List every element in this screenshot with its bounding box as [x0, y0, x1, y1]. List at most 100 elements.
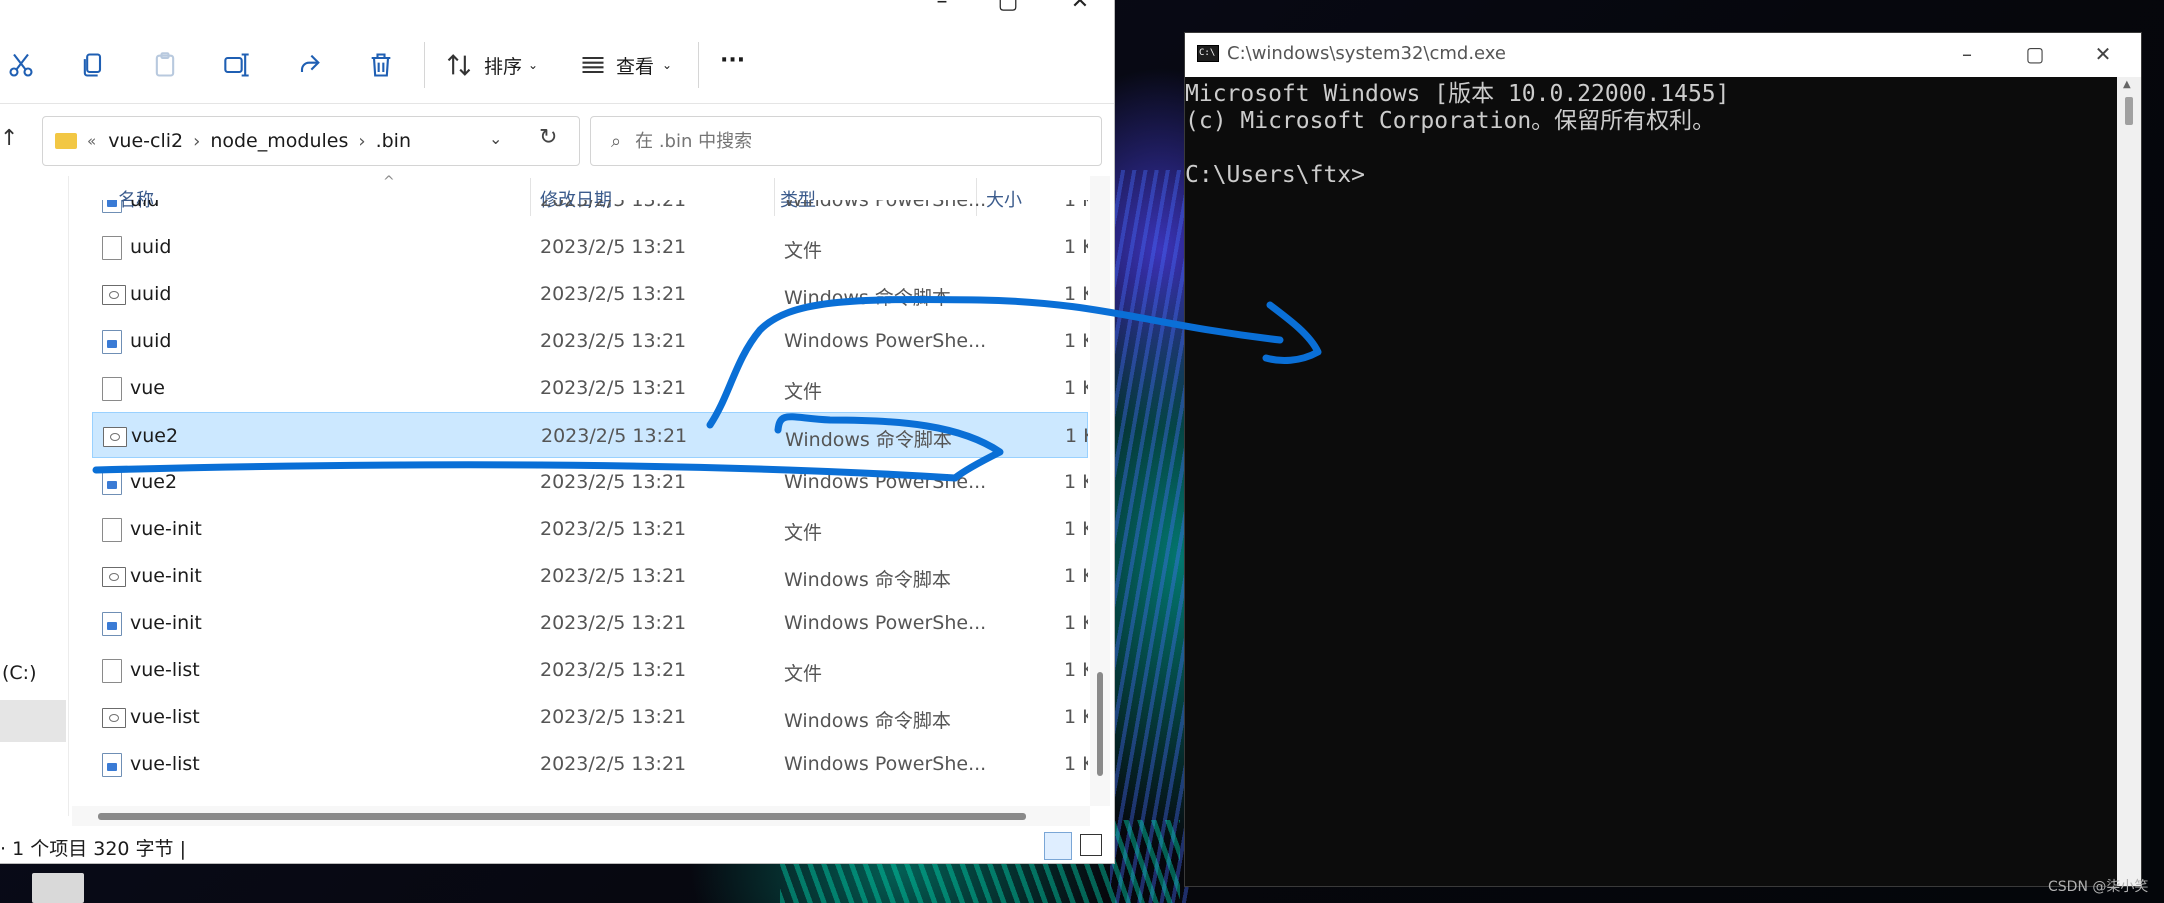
file-type: Windows PowerShe... — [784, 612, 987, 634]
view-icon[interactable] — [576, 48, 610, 82]
file-size: 1 K — [1064, 377, 1088, 399]
sort-icon[interactable] — [442, 48, 476, 82]
file-type: Windows 命令脚本 — [784, 287, 951, 309]
cmd-maximize-button[interactable]: ▢ — [2005, 39, 2065, 69]
file-date: 2023/2/5 13:21 — [540, 330, 687, 352]
file-name: vue2 — [131, 425, 179, 447]
file-icon — [102, 659, 122, 683]
delete-icon[interactable] — [364, 48, 398, 82]
up-arrow-icon[interactable]: ↑ — [0, 126, 18, 151]
table-row[interactable]: uuid 2023/2/5 13:21 Windows 命令脚本 1 K — [92, 271, 1088, 317]
file-size: 1 K — [1064, 565, 1088, 587]
breadcrumb-overflow[interactable]: « — [87, 132, 96, 150]
breadcrumb-bin[interactable]: .bin — [376, 130, 411, 152]
file-icon — [102, 236, 122, 260]
file-name: uuid — [130, 283, 172, 305]
file-type: Windows PowerShe... — [784, 200, 987, 211]
table-row[interactable]: vue-list 2023/2/5 13:21 Windows 命令脚本 1 K — [92, 694, 1088, 740]
folder-icon — [55, 133, 77, 149]
toolbar-separator — [424, 42, 425, 88]
file-name: uid — [130, 200, 160, 211]
table-row[interactable]: vue-init 2023/2/5 13:21 文件 1 K — [92, 506, 1088, 552]
file-size: 1 K — [1064, 706, 1088, 728]
vertical-scroll-thumb[interactable] — [1097, 672, 1103, 776]
maximize-button[interactable]: ▢ — [996, 0, 1020, 14]
file-date: 2023/2/5 13:21 — [540, 753, 687, 775]
file-name: vue-list — [130, 659, 200, 681]
file-name: vue-init — [130, 518, 202, 540]
cmd-minimize-button[interactable]: – — [1937, 39, 1997, 69]
table-row[interactable]: vue-list 2023/2/5 13:21 文件 1 K — [92, 647, 1088, 693]
file-type: Windows 命令脚本 — [784, 710, 951, 732]
tiles-view-button[interactable] — [1080, 834, 1102, 856]
search-input[interactable] — [635, 130, 1056, 152]
nav-drive-c[interactable]: (C:) — [2, 662, 37, 684]
table-row[interactable]: vue2 2023/2/5 13:21 Windows PowerShe... 1 K — [92, 459, 1088, 505]
breadcrumb-node-modules[interactable]: node_modules — [210, 130, 348, 152]
cmd-close-button[interactable]: ✕ — [2073, 39, 2133, 69]
file-size: 1 K — [1064, 283, 1088, 305]
file-name: vue-list — [130, 706, 200, 728]
file-size: 1 K — [1064, 471, 1088, 493]
breadcrumb-separator: › — [193, 130, 201, 152]
cmd-scroll-thumb[interactable] — [2125, 97, 2133, 125]
table-row[interactable]: vue-init 2023/2/5 13:21 Windows 命令脚本 1 K — [92, 553, 1088, 599]
file-size: 1 K — [1064, 330, 1088, 352]
file-type: 文件 — [784, 663, 823, 685]
nav-divider — [68, 176, 69, 816]
cmd-file-icon — [102, 285, 126, 305]
nav-selected-item[interactable] — [0, 700, 66, 742]
file-date: 2023/2/5 13:21 — [540, 565, 687, 587]
desktop-file-icon[interactable] — [32, 873, 84, 903]
address-dropdown-icon[interactable]: ⌄ — [489, 129, 502, 148]
file-type: 文件 — [784, 522, 823, 544]
file-icon — [102, 518, 122, 542]
file-list: uid2023/2/5 13:21Windows PowerShe...1 Ku… — [92, 200, 1088, 806]
file-size: 1 K — [1064, 753, 1088, 775]
table-row[interactable]: vue 2023/2/5 13:21 文件 1 K — [92, 365, 1088, 411]
file-date: 2023/2/5 13:21 — [541, 425, 688, 447]
horizontal-scroll-thumb[interactable] — [98, 813, 1026, 820]
file-date: 2023/2/5 13:21 — [540, 236, 687, 258]
sort-button[interactable]: 排序 — [484, 52, 522, 79]
file-date: 2023/2/5 13:21 — [540, 471, 687, 493]
cmd-scrollbar[interactable] — [2117, 77, 2141, 886]
powershell-file-icon — [102, 753, 122, 777]
minimize-button[interactable]: – — [930, 0, 954, 14]
table-row[interactable]: vue-list 2023/2/5 13:21 Windows PowerShe..… — [92, 741, 1088, 787]
paste-icon[interactable] — [148, 48, 182, 82]
share-icon[interactable] — [292, 48, 326, 82]
file-explorer-window: – ▢ ✕ 排序 ⌄ 查看 ⌄ ··· ↑ « vue-cli2 › node_… — [0, 0, 1115, 864]
file-type: 文件 — [784, 381, 823, 403]
chevron-down-icon: ⌄ — [662, 58, 673, 72]
cmd-file-icon — [103, 427, 127, 447]
details-view-button[interactable] — [1044, 832, 1072, 860]
rename-icon[interactable] — [220, 48, 254, 82]
cmd-console-output[interactable]: Microsoft Windows [版本 10.0.22000.1455] (c… — [1185, 77, 2117, 886]
console-prompt: C:\Users\ftx> — [1185, 162, 1366, 188]
file-size: 1 K — [1064, 200, 1088, 211]
view-button[interactable]: 查看 — [616, 52, 654, 79]
toolbar-separator — [698, 42, 699, 88]
search-box[interactable]: ⌕ — [590, 116, 1102, 166]
table-row[interactable]: uid 2023/2/5 13:21 Windows PowerShe... 1 K — [92, 200, 1088, 223]
table-row-selected[interactable]: vue2 2023/2/5 13:21 Windows 命令脚本 1 K — [92, 412, 1088, 458]
table-row[interactable]: vue-init 2023/2/5 13:21 Windows PowerShe..… — [92, 600, 1088, 646]
address-bar[interactable]: « vue-cli2 › node_modules › .bin ⌄ ↻ — [42, 116, 580, 166]
scroll-up-arrow-icon[interactable]: ▲ — [2123, 79, 2131, 90]
close-button[interactable]: ✕ — [1068, 0, 1092, 14]
file-type: Windows PowerShe... — [784, 753, 987, 775]
cmd-titlebar[interactable]: C:\ C:\windows\system32\cmd.exe – ▢ ✕ — [1185, 33, 2141, 77]
more-options-button[interactable]: ··· — [720, 48, 745, 73]
breadcrumb-vue-cli2[interactable]: vue-cli2 — [108, 130, 183, 152]
chevron-down-icon: ⌄ — [528, 58, 539, 72]
refresh-icon[interactable]: ↻ — [539, 125, 557, 150]
table-row[interactable]: uuid 2023/2/5 13:21 文件 1 K — [92, 224, 1088, 270]
file-name: vue-list — [130, 753, 200, 775]
cut-icon[interactable] — [4, 48, 38, 82]
table-row[interactable]: uuid 2023/2/5 13:21 Windows PowerShe... 1 K — [92, 318, 1088, 364]
copy-icon[interactable] — [76, 48, 110, 82]
status-bar: · 1 个项目 320 字节 | — [0, 826, 1114, 863]
file-size: 1 K — [1064, 518, 1088, 540]
search-icon: ⌕ — [611, 130, 622, 152]
